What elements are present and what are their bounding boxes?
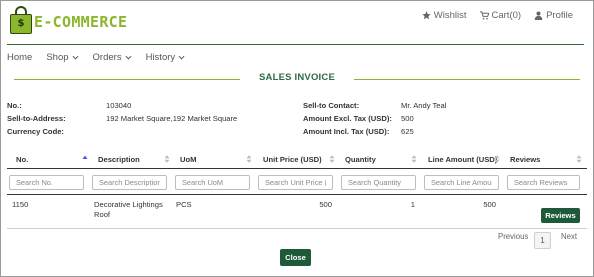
- sort-icon: [411, 155, 417, 163]
- wishlist-link[interactable]: Wishlist: [422, 10, 467, 21]
- sort-icon: [246, 155, 252, 163]
- user-icon: [534, 11, 543, 20]
- menu-item-history[interactable]: History: [146, 52, 186, 63]
- search-unit-price-input[interactable]: [258, 175, 333, 190]
- currency-code-label: Currency Code:: [7, 127, 64, 136]
- filter-rule: [7, 194, 587, 195]
- amount-incl-tax-value: 625: [401, 127, 414, 136]
- pagination-next[interactable]: Next: [561, 232, 577, 241]
- column-header-description[interactable]: Description: [98, 150, 170, 168]
- column-header-reviews[interactable]: Reviews: [510, 150, 582, 168]
- search-description-input[interactable]: [92, 175, 167, 190]
- cell-no: 1150: [12, 200, 29, 209]
- page-title: SALES INVOICE: [259, 72, 335, 83]
- search-quantity-input[interactable]: [341, 175, 416, 190]
- menu-item-shop[interactable]: Shop: [46, 52, 79, 63]
- sell-to-contact-label: Sell-to Contact:: [303, 101, 360, 110]
- cart-icon: [479, 11, 489, 20]
- cell-line-amount: 500: [483, 200, 496, 209]
- header-divider: [7, 44, 584, 45]
- column-header-uom[interactable]: UoM: [180, 150, 252, 168]
- cell-uom: PCS: [176, 200, 192, 209]
- menu-item-home[interactable]: Home: [7, 52, 32, 63]
- sell-to-contact-value: Mr. Andy Teal: [401, 101, 447, 110]
- sort-icon: [494, 155, 500, 163]
- page-title-row: SALES INVOICE: [14, 72, 580, 86]
- title-rule-right: [354, 79, 580, 80]
- column-header-unit-price[interactable]: Unit Price (USD): [263, 150, 335, 168]
- brand-name: E-COMMERCE: [34, 13, 128, 31]
- brand-logo[interactable]: $ E-COMMERCE: [8, 4, 128, 38]
- search-reviews-input[interactable]: [507, 175, 580, 190]
- top-nav: Wishlist Cart(0) Profile: [422, 10, 573, 21]
- amount-excl-tax-label: Amount Excl. Tax (USD):: [303, 114, 392, 123]
- star-icon: [422, 11, 431, 20]
- pagination-current-page[interactable]: 1: [534, 232, 551, 249]
- header-rule: [7, 168, 587, 169]
- cart-link[interactable]: Cart(0): [479, 10, 522, 21]
- amount-incl-tax-label: Amount Incl. Tax (USD):: [303, 127, 390, 136]
- sort-icon: [164, 155, 170, 163]
- column-header-line-amount[interactable]: Line Amount (USD): [428, 150, 500, 168]
- chevron-down-icon: [125, 55, 132, 60]
- shopping-bag-icon: $: [8, 4, 34, 34]
- row-rule: [7, 228, 587, 229]
- sell-to-address-label: Sell-to-Address:: [7, 114, 66, 123]
- invoice-no-label: No.:: [7, 101, 22, 110]
- profile-label: Profile: [546, 10, 573, 21]
- search-line-amount-input[interactable]: [424, 175, 499, 190]
- amount-excl-tax-value: 500: [401, 114, 414, 123]
- main-menu: Home Shop Orders History: [7, 52, 185, 63]
- cart-label: Cart(0): [491, 10, 522, 21]
- reviews-button[interactable]: Reviews: [541, 208, 580, 223]
- header: $ E-COMMERCE Wishlist Cart(0) Profile: [0, 0, 594, 44]
- search-no-input[interactable]: [9, 175, 84, 190]
- cell-quantity: 1: [410, 200, 415, 209]
- menu-item-orders[interactable]: Orders: [93, 52, 132, 63]
- sort-icon: [329, 155, 335, 163]
- search-uom-input[interactable]: [175, 175, 250, 190]
- sort-icon: [576, 155, 582, 163]
- invoice-no-value: 103040: [106, 101, 132, 110]
- close-button[interactable]: Close: [280, 249, 311, 266]
- sort-asc-icon: [82, 155, 88, 159]
- column-header-no[interactable]: No.: [16, 150, 88, 168]
- cell-description: Decorative Lightings Roof: [94, 200, 163, 219]
- column-header-quantity[interactable]: Quantity: [345, 150, 417, 168]
- pagination-previous[interactable]: Previous: [498, 232, 528, 241]
- chevron-down-icon: [72, 55, 79, 60]
- chevron-down-icon: [178, 55, 185, 60]
- cell-unit-price: 500: [319, 200, 332, 209]
- sell-to-address-value: 192 Market Square,192 Market Square: [106, 114, 238, 123]
- wishlist-label: Wishlist: [433, 10, 467, 21]
- profile-link[interactable]: Profile: [534, 10, 573, 21]
